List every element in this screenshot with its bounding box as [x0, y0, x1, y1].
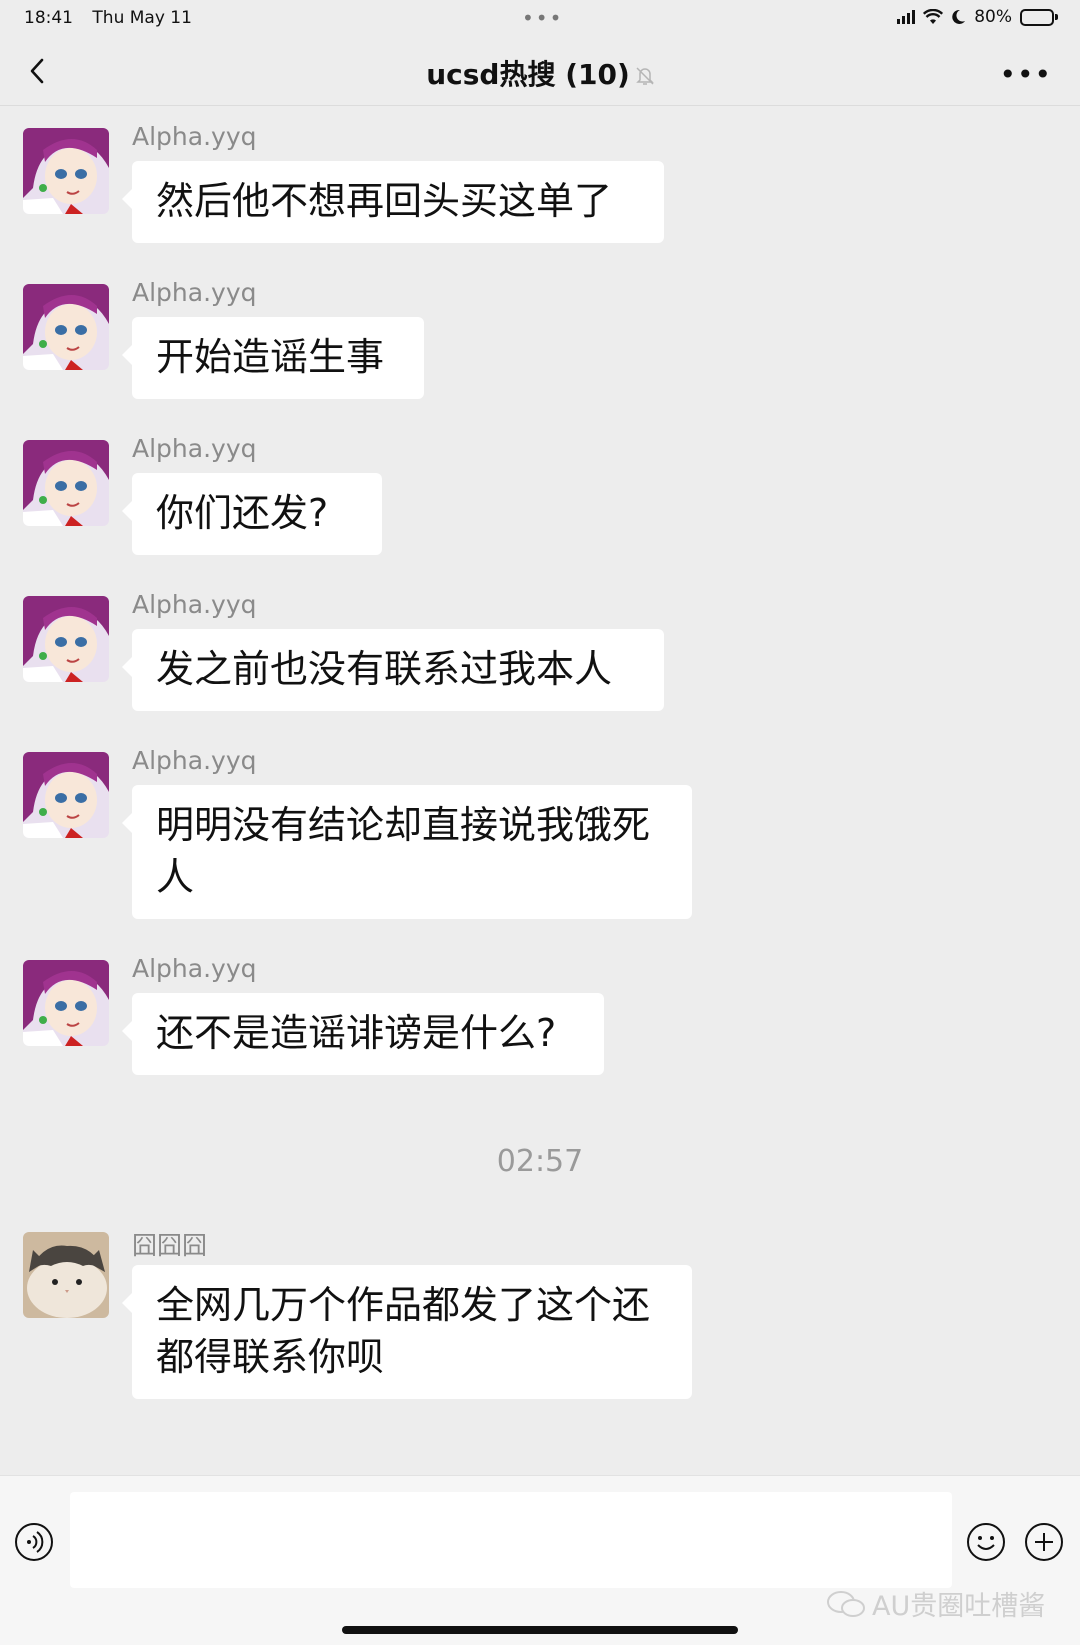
signal-icon — [897, 10, 916, 24]
message-bubble[interactable]: 你们还发? — [122, 473, 382, 555]
avatar[interactable] — [23, 284, 109, 370]
plus-icon — [1025, 1523, 1063, 1561]
avatar[interactable] — [23, 960, 109, 1046]
avatar[interactable] — [23, 752, 109, 838]
status-right: 80% — [897, 7, 1058, 27]
chat-header: ucsd热搜 (10) ••• — [0, 36, 1080, 106]
message-bubble[interactable]: 开始造谣生事 — [122, 317, 424, 399]
message-bubble[interactable]: 发之前也没有联系过我本人 — [122, 629, 664, 711]
sender-name: 囧囧囧 — [132, 1231, 208, 1260]
moon-icon — [951, 9, 966, 25]
chat-title-wrap: ucsd热搜 (10) — [0, 53, 1080, 93]
more-button[interactable]: ••• — [999, 58, 1052, 91]
emoji-icon — [967, 1523, 1005, 1561]
wifi-icon — [923, 9, 944, 25]
status-time: 18:41 — [24, 8, 73, 28]
avatar[interactable] — [23, 596, 109, 682]
chat-timestamp: 02:57 — [496, 1144, 584, 1179]
voice-icon — [15, 1523, 53, 1561]
message-input[interactable] — [70, 1492, 952, 1588]
voice-button[interactable] — [14, 1522, 54, 1562]
emoji-button[interactable] — [966, 1522, 1006, 1562]
status-bar: 18:41 Thu May 11 ••• 80% — [0, 0, 1080, 36]
sender-name: Alpha.yyq — [132, 590, 257, 619]
avatar[interactable] — [23, 440, 109, 526]
sender-name: Alpha.yyq — [132, 954, 257, 983]
battery-percent: 80% — [974, 7, 1012, 27]
status-left: 18:41 Thu May 11 — [24, 8, 206, 28]
message-bubble[interactable]: 全网几万个作品都发了这个还都得联系你呗 — [122, 1265, 692, 1399]
chat-title: ucsd热搜 (10) — [426, 58, 630, 91]
message-bubble[interactable]: 然后他不想再回头买这单了 — [122, 161, 664, 243]
watermark-text: AU贵圈吐槽酱 — [872, 1591, 1046, 1622]
home-indicator[interactable] — [342, 1626, 738, 1634]
message-bubble[interactable]: 明明没有结论却直接说我饿死人 — [122, 785, 692, 919]
multitasking-dots-icon[interactable]: ••• — [522, 6, 563, 30]
sender-name: Alpha.yyq — [132, 122, 257, 151]
sender-name: Alpha.yyq — [132, 434, 257, 463]
sender-name: Alpha.yyq — [132, 746, 257, 775]
input-bar: AU贵圈吐槽酱 — [0, 1475, 1080, 1645]
wechat-logo-icon — [827, 1590, 865, 1617]
avatar[interactable] — [23, 1232, 109, 1318]
sender-name: Alpha.yyq — [132, 278, 257, 307]
mute-bell-icon — [635, 60, 654, 93]
status-date: Thu May 11 — [92, 8, 192, 28]
avatar[interactable] — [23, 128, 109, 214]
plus-button[interactable] — [1024, 1522, 1064, 1562]
watermark: AU贵圈吐槽酱 — [826, 1584, 1045, 1623]
message-bubble[interactable]: 还不是造谣诽谤是什么? — [122, 993, 604, 1075]
battery-icon — [1020, 8, 1058, 26]
